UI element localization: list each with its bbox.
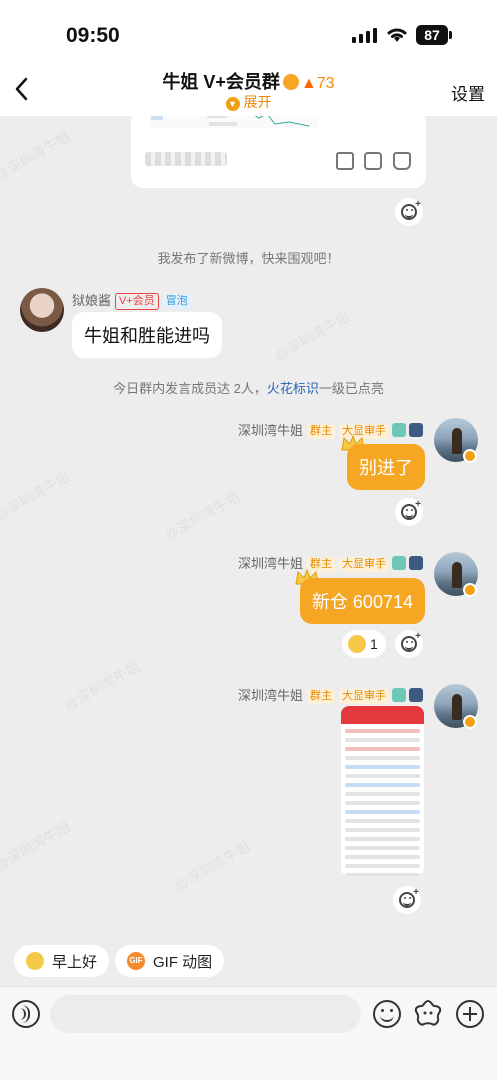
message-bubble[interactable]: 别进了 — [347, 444, 425, 490]
verified-badge-icon — [463, 449, 477, 463]
avatar[interactable] — [20, 288, 64, 332]
chat-area[interactable]: @深圳湾牛姐 @深圳湾牛姐 @深圳湾牛姐 @深圳湾牛姐 @深圳湾牛姐 @深圳湾牛… — [0, 116, 497, 940]
blurred-text — [145, 152, 227, 166]
magpie-icon — [409, 423, 423, 437]
settings-button[interactable]: 设置 — [451, 80, 485, 105]
emoji-icon[interactable] — [373, 1000, 401, 1028]
reaction-pill[interactable]: 1 — [342, 630, 386, 658]
chevron-down-icon: ▼ — [225, 97, 240, 111]
gif-icon: GIF — [127, 952, 145, 970]
message-bubble[interactable]: 牛姐和胜能进吗 — [72, 312, 222, 358]
add-reaction-button[interactable]: + — [395, 498, 423, 526]
verified-badge-icon — [463, 715, 477, 729]
spark-badge-link[interactable]: 火花标识 — [267, 381, 319, 396]
sender-name: 深圳湾牛姐 — [237, 423, 303, 438]
fan-badge: 大显审手 — [339, 689, 389, 704]
owner-badge: 群主 — [307, 689, 335, 704]
watermark: @深圳湾牛姐 — [171, 838, 253, 894]
wifi-icon — [387, 28, 407, 42]
signal-icon — [352, 28, 377, 43]
sender-name: 深圳湾牛姐 — [237, 688, 303, 703]
bird-icon — [392, 423, 406, 437]
magpie-icon — [409, 688, 423, 702]
group-name: 牛姐 V+会员群 — [162, 72, 280, 92]
watermark: @深圳湾牛姐 — [271, 308, 353, 364]
group-title: 牛姐 V+会员群 ▲73 — [0, 68, 497, 94]
message-bubble[interactable]: 新仓 600714 — [299, 578, 425, 624]
fan-badge: 大显审手 — [339, 557, 389, 572]
watermark: @深圳湾牛姐 — [0, 818, 73, 874]
vip-badge: V+会员 — [115, 293, 159, 310]
weibo-share-card[interactable] — [131, 116, 426, 188]
bubble-badge: 冒泡 — [162, 294, 191, 309]
add-reaction-button[interactable]: + — [393, 886, 421, 914]
magpie-icon — [409, 556, 423, 570]
verified-badge-icon — [282, 74, 299, 90]
card-thumbnail — [149, 116, 319, 128]
voice-icon[interactable] — [12, 1000, 40, 1028]
image-message-trading-screenshot[interactable] — [341, 706, 424, 876]
share-icon[interactable] — [336, 152, 354, 170]
like-icon[interactable] — [393, 152, 411, 170]
quick-reply-chips: 早上好 GIF GIF 动图 — [0, 940, 497, 986]
system-message: 我发布了新微博，快来围观吧！ — [157, 251, 340, 266]
sender-row: 狱娘酱 V+会员 冒泡 — [72, 290, 191, 310]
laughing-emoji-icon — [348, 635, 366, 653]
add-more-button[interactable] — [456, 1000, 484, 1028]
member-count: 73 — [316, 75, 335, 92]
expand-toggle[interactable]: ▼ 展开 — [0, 92, 497, 112]
owner-badge: 群主 — [307, 424, 335, 439]
bird-icon — [392, 556, 406, 570]
status-bar: 09:50 87 — [0, 0, 497, 62]
verified-badge-icon — [463, 583, 477, 597]
battery-indicator: 87 — [416, 25, 448, 45]
status-time: 09:50 — [66, 24, 120, 47]
sender-row: 深圳湾牛姐 群主 大显审手 — [238, 420, 423, 439]
sun-emoji-icon — [26, 952, 44, 970]
add-reaction-button[interactable]: + — [395, 630, 423, 658]
chip-good-morning[interactable]: 早上好 — [14, 945, 110, 977]
sender-row: 深圳湾牛姐 群主 大显审手 — [238, 553, 423, 572]
sender-row: 深圳湾牛姐 群主 大显审手 — [238, 685, 423, 704]
reaction-count: 1 — [370, 636, 378, 652]
battery-tip — [449, 31, 452, 39]
watermark: @深圳湾牛姐 — [0, 468, 73, 524]
input-bar — [0, 986, 497, 1080]
watermark: @深圳湾牛姐 — [0, 128, 73, 184]
nav-bar: 牛姐 V+会员群 ▲73 ▼ 展开 设置 — [0, 62, 497, 116]
expand-label: 展开 — [243, 94, 272, 110]
add-reaction-button[interactable]: + — [395, 198, 423, 226]
watermark: @深圳湾牛姐 — [61, 658, 143, 714]
watermark: @深圳湾牛姐 — [161, 488, 243, 544]
chip-gif[interactable]: GIF GIF 动图 — [115, 945, 225, 977]
message-input[interactable] — [50, 995, 361, 1033]
system-message: 今日群内发言成员达 2人，火花标识一级已点亮 — [113, 381, 384, 396]
bird-icon — [392, 688, 406, 702]
fire-icon: ▲ — [300, 75, 317, 92]
sender-name: 狱娘酱 — [72, 293, 112, 308]
comment-icon[interactable] — [364, 152, 382, 170]
sticker-flower-icon[interactable] — [412, 998, 444, 1030]
